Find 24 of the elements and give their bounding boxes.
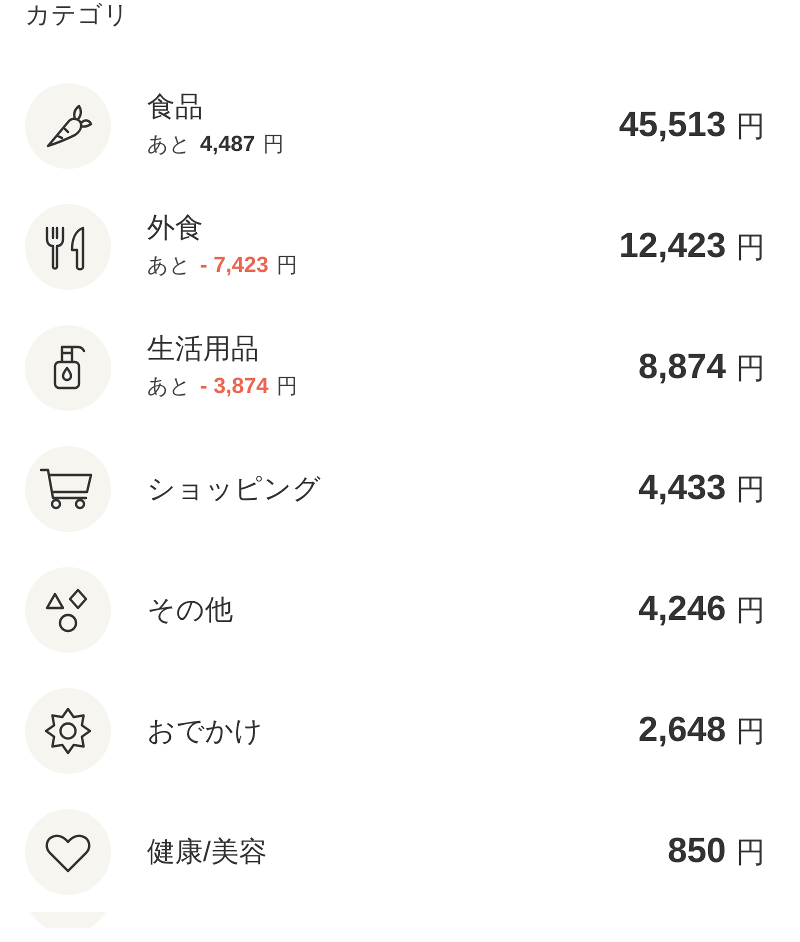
amount: 2,648 円 [638, 710, 765, 750]
remaining-budget: あと - 7,423 円 [147, 251, 298, 279]
fork-and-knife-icon [25, 204, 111, 290]
section-title: カテゴリ [25, 1, 129, 29]
amount: 4,246 円 [638, 588, 765, 630]
category-name: おでかけ [147, 714, 264, 748]
amount: 4,433 円 [638, 468, 765, 508]
shopping-cart-icon [25, 446, 111, 532]
category-name: ショッピング [147, 472, 322, 506]
amount: 12,423 円 [618, 226, 765, 266]
amount: 45,513 円 [618, 104, 765, 146]
carrot-icon [25, 82, 111, 168]
remaining-budget: あと 4,487 円 [147, 130, 284, 158]
category-name: 外食 [147, 211, 204, 245]
remaining-budget: あと - 3,874 円 [147, 372, 298, 400]
amount: 8,874 円 [638, 346, 765, 388]
amount: 850 円 [668, 830, 765, 872]
shapes-icon [25, 566, 111, 652]
sun-icon [25, 688, 111, 774]
pump-bottle-icon [25, 324, 111, 410]
category-name: その他 [147, 592, 234, 626]
category-name: 生活用品 [147, 332, 260, 366]
category-name: 健康/美容 [147, 834, 268, 868]
category-name: 食品 [147, 90, 204, 124]
